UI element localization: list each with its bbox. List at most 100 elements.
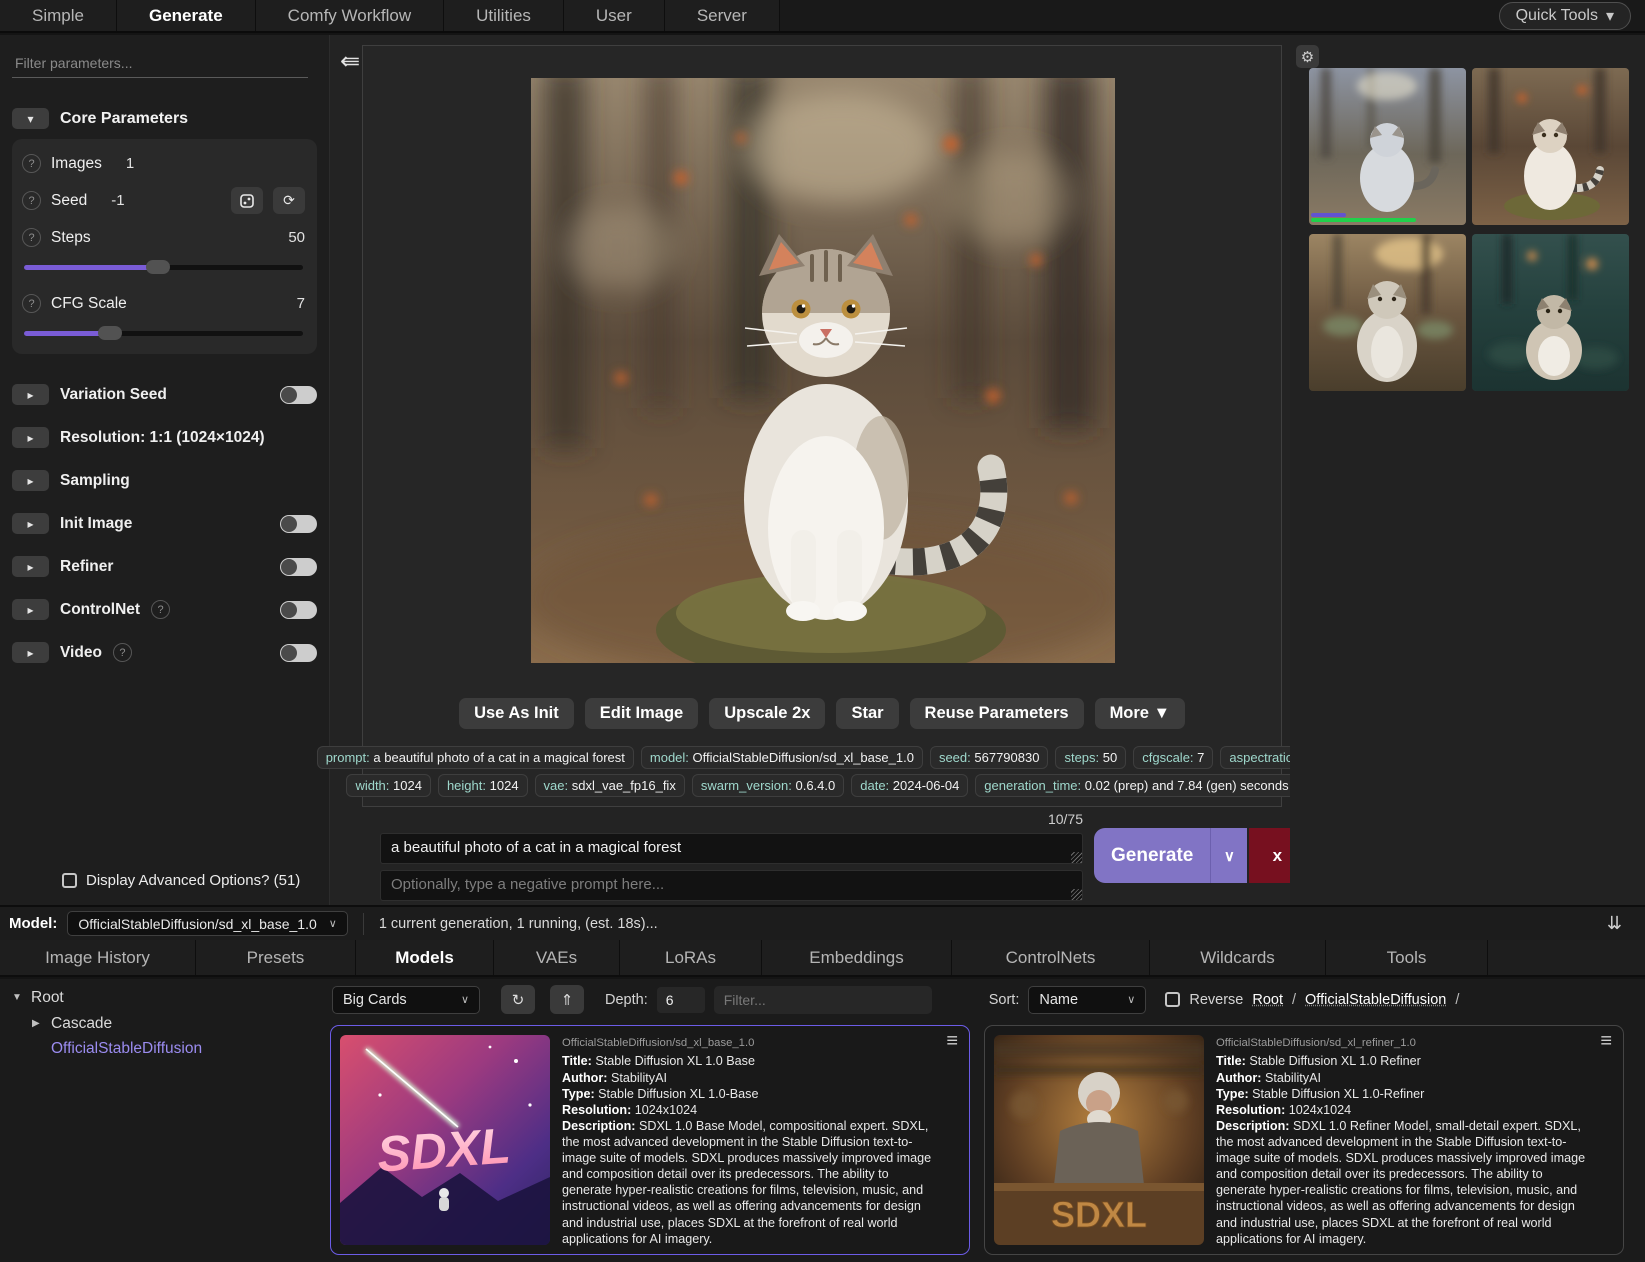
meta-generation-time[interactable]: generation_time: 0.02 (prep) and 7.84 (g…	[975, 774, 1297, 797]
video-toggle[interactable]	[280, 644, 317, 662]
meta-model[interactable]: model: OfficialStableDiffusion/sd_xl_bas…	[641, 746, 923, 769]
meta-height[interactable]: height: 1024	[438, 774, 528, 797]
meta-cfgscale[interactable]: cfgscale: 7	[1133, 746, 1213, 769]
generate-dropdown-button[interactable]: ∨	[1210, 828, 1247, 883]
star-button[interactable]: Star	[836, 698, 898, 729]
tab-loras[interactable]: LoRAs	[620, 940, 762, 975]
cfg-slider-knob[interactable]	[98, 326, 122, 340]
tab-generate[interactable]: Generate	[117, 0, 256, 31]
depth-input[interactable]	[657, 987, 705, 1013]
expand-section-button[interactable]: ▸	[12, 556, 49, 577]
dock-down-icon[interactable]: ⇊	[1607, 913, 1622, 934]
help-icon[interactable]: ?	[22, 228, 41, 247]
tab-embeddings[interactable]: Embeddings	[762, 940, 952, 975]
meta-vae[interactable]: vae: sdxl_vae_fp16_fix	[535, 774, 685, 797]
tab-controlnets[interactable]: ControlNets	[952, 940, 1150, 975]
meta-prompt[interactable]: prompt: a beautiful photo of a cat in a …	[317, 746, 634, 769]
model-card-sdxl-refiner[interactable]: SDXL OfficialStableDiffusion/sd_xl_refin…	[984, 1025, 1624, 1255]
expand-section-button[interactable]: ▸	[12, 513, 49, 534]
model-card-thumbnail[interactable]: SDXL	[340, 1035, 550, 1245]
sidebar-settings-button[interactable]: ⚙	[1296, 45, 1319, 68]
steps-slider[interactable]	[24, 265, 303, 270]
cfg-slider[interactable]	[24, 331, 303, 336]
breadcrumb-current-link[interactable]: OfficialStableDiffusion	[1305, 992, 1446, 1008]
refiner-toggle[interactable]	[280, 558, 317, 576]
quick-tools-button[interactable]: Quick Tools ▾	[1499, 2, 1631, 30]
help-icon[interactable]: ?	[22, 191, 41, 210]
tree-item-cascade[interactable]: ▶ Cascade	[32, 1013, 202, 1035]
help-icon[interactable]: ?	[113, 643, 132, 662]
model-filter-input[interactable]	[714, 986, 932, 1014]
thumbnail-image[interactable]	[1472, 234, 1629, 391]
variation-seed-toggle[interactable]	[280, 386, 317, 404]
images-value[interactable]: 1	[126, 155, 134, 172]
tab-comfy-workflow[interactable]: Comfy Workflow	[256, 0, 444, 31]
steps-slider-knob[interactable]	[146, 260, 170, 274]
random-seed-button[interactable]	[231, 187, 263, 214]
tree-item-root[interactable]: ▼ Root	[12, 987, 202, 1009]
tree-open-icon[interactable]: ▼	[12, 991, 24, 1005]
model-select[interactable]: OfficialStableDiffusion/sd_xl_base_1.0 ∨	[67, 911, 347, 936]
init-image-toggle[interactable]	[280, 515, 317, 533]
seed-value[interactable]: -1	[111, 192, 124, 209]
tab-image-history[interactable]: Image History	[0, 940, 196, 975]
upscale-button[interactable]: Upscale 2x	[709, 698, 825, 729]
more-button[interactable]: More ▼	[1095, 698, 1185, 729]
model-card-sdxl-base[interactable]: SDXL OfficialStableDiffusion/sd_xl_base_…	[330, 1025, 970, 1255]
edit-image-button[interactable]: Edit Image	[585, 698, 698, 729]
use-as-init-button[interactable]: Use As Init	[459, 698, 574, 729]
upload-button[interactable]: ⇑	[550, 985, 584, 1014]
tab-user[interactable]: User	[564, 0, 665, 31]
resize-grip-icon[interactable]	[1071, 889, 1082, 900]
help-icon[interactable]: ?	[22, 154, 41, 173]
view-mode-select[interactable]: Big Cards ∨	[332, 986, 480, 1014]
expand-section-button[interactable]: ▸	[12, 384, 49, 405]
tab-wildcards[interactable]: Wildcards	[1150, 940, 1326, 975]
expand-section-button[interactable]: ▸	[12, 599, 49, 620]
thumbnail-image[interactable]	[1472, 68, 1629, 225]
meta-width[interactable]: width: 1024	[346, 774, 431, 797]
tab-utilities[interactable]: Utilities	[444, 0, 564, 31]
card-menu-button[interactable]: ≡	[946, 1030, 958, 1053]
thumbnail-generating[interactable]	[1309, 68, 1466, 225]
breadcrumb-root-link[interactable]: Root	[1252, 992, 1283, 1008]
collapse-toggle-button[interactable]: ▾	[12, 108, 49, 129]
sort-select[interactable]: Name ∨	[1028, 986, 1146, 1014]
help-icon[interactable]: ?	[22, 294, 41, 313]
tab-vaes[interactable]: VAEs	[494, 940, 620, 975]
toggle-knob	[281, 516, 297, 532]
generate-button[interactable]: Generate	[1094, 828, 1210, 883]
tree-item-officialstablediffusion[interactable]: OfficialStableDiffusion	[51, 1038, 202, 1060]
collapse-sidebar-icon[interactable]: ⇚	[340, 47, 360, 76]
meta-seed[interactable]: seed: 567790830	[930, 746, 1049, 769]
prompt-input[interactable]: a beautiful photo of a cat in a magical …	[380, 833, 1083, 864]
expand-section-button[interactable]: ▸	[12, 427, 49, 448]
meta-swarm-version[interactable]: swarm_version: 0.6.4.0	[692, 774, 844, 797]
tab-simple[interactable]: Simple	[0, 0, 117, 31]
tab-server[interactable]: Server	[665, 0, 780, 31]
generated-image[interactable]	[531, 78, 1115, 663]
refresh-button[interactable]: ↻	[501, 985, 535, 1014]
meta-steps[interactable]: steps: 50	[1055, 746, 1126, 769]
tab-models[interactable]: Models	[356, 940, 494, 975]
thumbnail-image[interactable]	[1309, 234, 1466, 391]
controlnet-toggle[interactable]	[280, 601, 317, 619]
tree-closed-icon[interactable]: ▶	[32, 1017, 44, 1031]
meta-date[interactable]: date: 2024-06-04	[851, 774, 968, 797]
reuse-seed-button[interactable]: ⟳	[273, 187, 305, 214]
cfg-value[interactable]: 7	[297, 295, 305, 312]
reuse-parameters-button[interactable]: Reuse Parameters	[910, 698, 1084, 729]
card-menu-button[interactable]: ≡	[1600, 1030, 1612, 1053]
expand-section-button[interactable]: ▸	[12, 642, 49, 663]
advanced-options-checkbox[interactable]	[62, 873, 77, 888]
steps-value[interactable]: 50	[288, 229, 305, 246]
resize-grip-icon[interactable]	[1071, 852, 1082, 863]
filter-parameters-input[interactable]	[12, 49, 308, 78]
negative-prompt-input[interactable]	[380, 870, 1083, 901]
expand-section-button[interactable]: ▸	[12, 470, 49, 491]
help-icon[interactable]: ?	[151, 600, 170, 619]
tab-tools[interactable]: Tools	[1326, 940, 1488, 975]
model-card-thumbnail[interactable]: SDXL	[994, 1035, 1204, 1245]
reverse-checkbox[interactable]	[1165, 992, 1180, 1007]
tab-presets[interactable]: Presets	[196, 940, 356, 975]
